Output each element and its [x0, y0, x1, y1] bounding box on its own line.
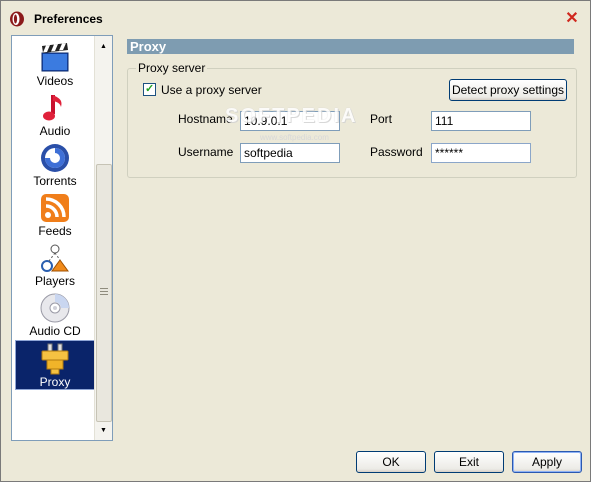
use-proxy-label[interactable]: Use a proxy server: [161, 83, 262, 97]
cd-icon: [40, 293, 70, 323]
players-icon: [41, 244, 69, 272]
sidebar-item-label: Audio: [39, 124, 71, 138]
apply-button[interactable]: Apply: [512, 451, 582, 473]
sidebar-item-torrents[interactable]: Torrents: [16, 140, 94, 188]
preferences-window: Preferences ✕ Videos Audio Torrents Feed…: [0, 0, 591, 482]
sidebar-item-audio-cd[interactable]: Audio CD: [16, 290, 94, 338]
window-title: Preferences: [34, 12, 103, 26]
scroll-up-button[interactable]: ▲: [95, 38, 112, 55]
sidebar-item-proxy[interactable]: Proxy: [15, 340, 95, 390]
plug-icon: [41, 343, 69, 375]
port-field[interactable]: 111: [431, 111, 531, 131]
sidebar-item-label: Torrents: [33, 174, 77, 188]
music-note-icon: [43, 95, 62, 121]
group-title: Proxy server: [136, 61, 208, 75]
username-label: Username: [178, 145, 234, 159]
category-list[interactable]: Videos Audio Torrents Feeds Players Audi…: [11, 35, 113, 441]
torrent-swirl-icon: [41, 144, 69, 172]
rss-feed-icon: [41, 194, 69, 222]
username-field[interactable]: softpedia: [240, 143, 340, 163]
app-logo-icon: [10, 11, 24, 27]
sidebar-item-label: Audio CD: [29, 324, 81, 338]
port-label: Port: [370, 112, 393, 126]
sidebar-item-label: Feeds: [38, 224, 72, 238]
watermark-url: www.softpedia.com: [260, 133, 329, 142]
clapperboard-icon: [41, 43, 69, 72]
password-label: Password: [370, 145, 423, 159]
sidebar-item-label: Players: [34, 274, 75, 288]
arrow-down-icon: ▼: [100, 427, 107, 434]
scroll-down-button[interactable]: ▼: [95, 422, 112, 439]
sidebar-item-label: Proxy: [39, 375, 71, 389]
close-button[interactable]: ✕: [564, 11, 580, 27]
sidebar-item-audio[interactable]: Audio: [16, 90, 94, 138]
sidebar-scrollbar[interactable]: ▲ ▼: [94, 36, 112, 440]
title-bar: Preferences ✕: [1, 1, 590, 37]
sidebar-item-label: Videos: [36, 74, 74, 88]
checkmark-icon: ✓: [145, 83, 155, 95]
password-field[interactable]: ******: [431, 143, 531, 163]
exit-button[interactable]: Exit: [434, 451, 504, 473]
sidebar-item-feeds[interactable]: Feeds: [16, 190, 94, 238]
sidebar-item-players[interactable]: Players: [16, 240, 94, 288]
arrow-up-icon: ▲: [100, 43, 107, 50]
section-header: Proxy: [127, 39, 574, 54]
grip-icon: [100, 288, 108, 296]
close-icon: ✕: [565, 10, 579, 27]
watermark: SOFTPEDIA: [225, 105, 358, 127]
detect-proxy-settings-button[interactable]: Detect proxy settings: [449, 79, 567, 101]
ok-button[interactable]: OK: [356, 451, 426, 473]
scroll-thumb[interactable]: [96, 164, 112, 422]
use-proxy-checkbox[interactable]: ✓: [143, 83, 156, 96]
sidebar-item-videos[interactable]: Videos: [16, 40, 94, 88]
